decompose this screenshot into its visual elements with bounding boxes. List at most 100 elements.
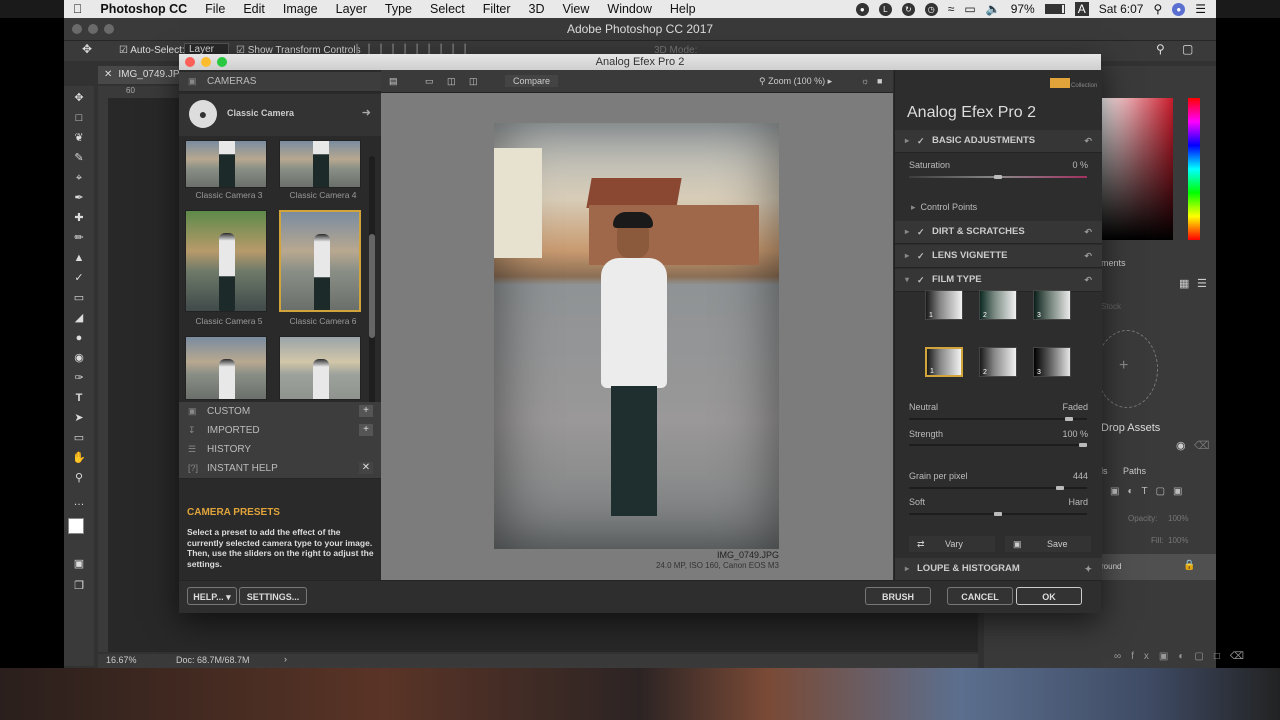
preview-photo[interactable]	[494, 123, 779, 549]
help-button[interactable]: HELP... ▾	[187, 587, 237, 605]
preset-thumb-6[interactable]	[279, 210, 361, 312]
panel-toggle-icon[interactable]: ▤	[389, 75, 398, 87]
strength-slider[interactable]	[909, 443, 1087, 447]
input-source[interactable]: A	[1074, 2, 1089, 16]
menu-type[interactable]: Type	[376, 2, 421, 16]
paths-tab[interactable]: Paths	[1123, 466, 1146, 476]
camera-type-row[interactable]: ● Classic Camera ➜	[179, 94, 381, 136]
history-header[interactable]: ☰ HISTORY	[179, 440, 381, 460]
timemachine-icon[interactable]: ◷	[924, 2, 938, 16]
compare-button[interactable]: Compare	[505, 75, 559, 87]
spotlight-icon[interactable]: ⚲	[1153, 2, 1162, 16]
grain-knob[interactable]	[1056, 486, 1065, 490]
cancel-button[interactable]: CANCEL	[947, 587, 1013, 605]
light-icon[interactable]: ☼	[861, 75, 869, 87]
hue-slider[interactable]	[1188, 98, 1200, 240]
shape-icon[interactable]: ▭	[70, 430, 88, 446]
ps-zoom-button[interactable]	[104, 24, 114, 34]
fade-knob[interactable]	[1065, 417, 1074, 421]
ps-minimize-button[interactable]	[88, 24, 98, 34]
record-icon[interactable]: ●	[855, 2, 869, 16]
film-top-3[interactable]: 3	[1033, 290, 1071, 320]
marquee-icon[interactable]: □	[70, 110, 88, 126]
siri-icon[interactable]: ●	[1172, 2, 1186, 16]
zoom-control[interactable]: ⚲ Zoom (100 %) ▸	[759, 75, 832, 87]
single-view-icon[interactable]: ▭	[425, 75, 434, 87]
eraser-icon[interactable]: ▭	[70, 290, 88, 306]
layer-filter-icons[interactable]: ▣◐T▢▣	[1110, 486, 1191, 497]
opacity-value[interactable]: 100%	[1168, 514, 1188, 523]
brush-icon[interactable]: ✏	[70, 230, 88, 246]
film-bottom-1[interactable]: 1	[925, 347, 963, 377]
airplay-icon[interactable]: ▭	[964, 2, 975, 16]
notification-icon[interactable]: ☰	[1195, 2, 1206, 16]
film-top-1[interactable]: 1	[925, 290, 963, 320]
wifi-icon[interactable]: ≈	[948, 2, 955, 16]
imported-add-button[interactable]: +	[359, 424, 373, 436]
layers-footer-icons[interactable]: ∞fx▣◐▢□⌫	[1114, 651, 1254, 662]
status-arrow-icon[interactable]: ›	[284, 654, 287, 664]
film-bottom-2[interactable]: 2	[979, 347, 1017, 377]
basic-adjustments-header[interactable]: ▸ ✓ BASIC ADJUSTMENTS ↶	[895, 130, 1102, 153]
hand-icon[interactable]: ✋	[70, 450, 88, 466]
cloud-icon[interactable]: ◉	[1176, 439, 1186, 452]
preset-thumb-7[interactable]	[185, 336, 267, 400]
fade-slider[interactable]	[909, 417, 1087, 421]
brush-button[interactable]: BRUSH	[865, 587, 931, 605]
split-view-icon[interactable]: ◫	[447, 75, 456, 87]
menu-select[interactable]: Select	[421, 2, 474, 16]
auto-select-checkbox[interactable]: ☑ Auto-Select:	[119, 45, 185, 56]
zoom-icon[interactable]: ⚲	[70, 470, 88, 486]
film-check-icon[interactable]: ✓	[917, 269, 925, 291]
line-icon[interactable]: L	[878, 2, 892, 16]
path-select-icon[interactable]: ➤	[70, 410, 88, 426]
menu-edit[interactable]: Edit	[234, 2, 274, 16]
hardness-slider[interactable]	[909, 512, 1087, 516]
color-field[interactable]	[1101, 98, 1173, 240]
quick-select-icon[interactable]: ✎	[70, 150, 88, 166]
grid-view-icon[interactable]: ▦	[1179, 277, 1189, 290]
history-brush-icon[interactable]: ✓	[70, 270, 88, 286]
loupe-pin-icon[interactable]: ✦	[1084, 558, 1092, 580]
menu-layer[interactable]: Layer	[327, 2, 376, 16]
menu-file[interactable]: File	[196, 2, 234, 16]
list-view-icon[interactable]: ☰	[1197, 277, 1207, 290]
grain-slider[interactable]	[909, 486, 1087, 490]
loupe-header[interactable]: ▸ LOUPE & HISTOGRAM ✦	[895, 558, 1102, 581]
menu-3d[interactable]: 3D	[520, 2, 554, 16]
film-bottom-3[interactable]: 3	[1033, 347, 1071, 377]
lasso-icon[interactable]: ❦	[70, 130, 88, 146]
paint-bucket-icon[interactable]: ◢	[70, 310, 88, 326]
volume-icon[interactable]: 🔈	[986, 2, 1001, 16]
hardness-knob[interactable]	[994, 512, 1002, 516]
settings-button[interactable]: SETTINGS...	[239, 587, 307, 605]
adjustments-tab[interactable]: ments	[1101, 258, 1126, 268]
menu-app[interactable]: Photoshop CC	[91, 2, 196, 16]
vignette-header[interactable]: ▸ ✓ LENS VIGNETTE ↶	[895, 245, 1102, 268]
vignette-check-icon[interactable]: ✓	[917, 245, 925, 267]
library-search[interactable]: Stock	[1101, 302, 1121, 311]
efex-minimize-button[interactable]	[201, 57, 211, 67]
efex-close-button[interactable]	[185, 57, 195, 67]
move-icon[interactable]: ✥	[70, 90, 88, 106]
strength-knob[interactable]	[1079, 443, 1087, 447]
eyedropper-icon[interactable]: ✒	[70, 190, 88, 206]
instant-help-close-button[interactable]: ✕	[359, 462, 373, 474]
custom-header[interactable]: ▣ CUSTOM +	[179, 402, 381, 422]
more-tools-icon[interactable]: …	[70, 494, 88, 510]
background-toggle-icon[interactable]: ■	[877, 75, 882, 87]
sync-icon[interactable]: ↻	[901, 2, 915, 16]
ps-close-button[interactable]	[72, 24, 82, 34]
document-tab[interactable]: ✕ IMG_0749.JPG	[98, 66, 188, 84]
camera-next-icon[interactable]: ➜	[362, 106, 371, 119]
film-reset-icon[interactable]: ↶	[1084, 269, 1092, 291]
menu-help[interactable]: Help	[661, 2, 705, 16]
workspace-icon[interactable]: ▢	[1182, 42, 1193, 56]
efex-zoom-button[interactable]	[217, 57, 227, 67]
preset-thumb-4[interactable]	[279, 140, 361, 188]
quick-mask-icon[interactable]: ▣	[70, 556, 88, 572]
basic-check-icon[interactable]: ✓	[917, 130, 925, 152]
layer-row[interactable]: round 🔒	[1101, 554, 1216, 580]
apple-icon[interactable]: 	[64, 2, 91, 16]
status-zoom[interactable]: 16.67%	[106, 655, 137, 665]
